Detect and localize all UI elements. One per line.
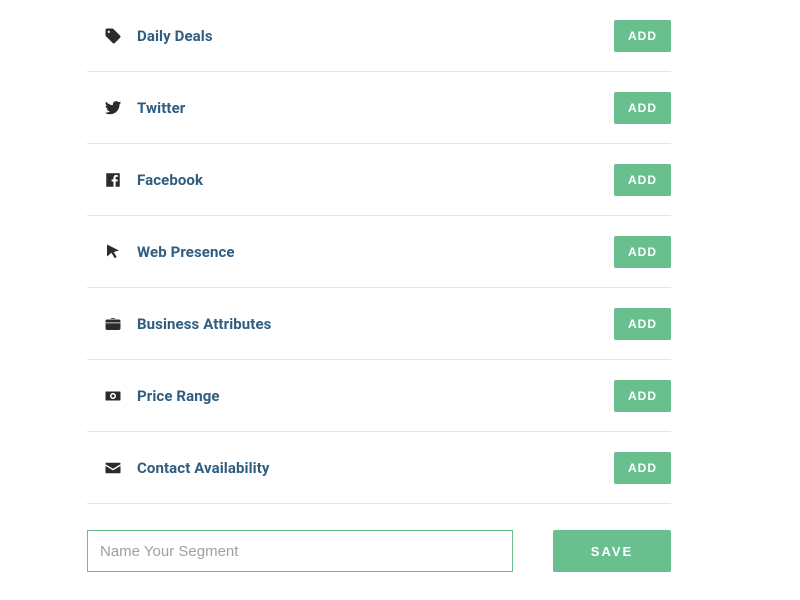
- row-left: Contact Availability: [87, 458, 270, 478]
- row-left: Daily Deals: [87, 26, 213, 46]
- row-left: Facebook: [87, 170, 203, 190]
- segment-row-business-attributes: Business Attributes ADD: [87, 288, 671, 360]
- segment-label: Contact Availability: [137, 459, 270, 477]
- add-button[interactable]: ADD: [614, 236, 671, 268]
- save-button[interactable]: SAVE: [553, 530, 671, 572]
- segment-label: Daily Deals: [137, 27, 213, 45]
- segment-label: Facebook: [137, 171, 203, 189]
- tag-icon: [103, 26, 123, 46]
- segment-label: Web Presence: [137, 243, 235, 261]
- segment-row-facebook: Facebook ADD: [87, 144, 671, 216]
- cursor-icon: [103, 242, 123, 262]
- footer-bar: SAVE: [87, 530, 671, 572]
- money-icon: [103, 386, 123, 406]
- segment-option-list: Daily Deals ADD Twitter ADD Facebook ADD…: [87, 0, 671, 504]
- segment-row-contact-availability: Contact Availability ADD: [87, 432, 671, 504]
- add-button[interactable]: ADD: [614, 164, 671, 196]
- briefcase-icon: [103, 314, 123, 334]
- add-button[interactable]: ADD: [614, 380, 671, 412]
- segment-label: Business Attributes: [137, 315, 271, 333]
- add-button[interactable]: ADD: [614, 452, 671, 484]
- twitter-icon: [103, 98, 123, 118]
- add-button[interactable]: ADD: [614, 20, 671, 52]
- add-button[interactable]: ADD: [614, 308, 671, 340]
- segment-row-daily-deals: Daily Deals ADD: [87, 0, 671, 72]
- segment-row-web-presence: Web Presence ADD: [87, 216, 671, 288]
- segment-label: Price Range: [137, 387, 220, 405]
- segment-name-input[interactable]: [87, 530, 513, 572]
- row-left: Business Attributes: [87, 314, 271, 334]
- facebook-icon: [103, 170, 123, 190]
- add-button[interactable]: ADD: [614, 92, 671, 124]
- segment-row-price-range: Price Range ADD: [87, 360, 671, 432]
- row-left: Twitter: [87, 98, 185, 118]
- mail-icon: [103, 458, 123, 478]
- segment-label: Twitter: [137, 99, 185, 117]
- segment-row-twitter: Twitter ADD: [87, 72, 671, 144]
- row-left: Price Range: [87, 386, 220, 406]
- row-left: Web Presence: [87, 242, 235, 262]
